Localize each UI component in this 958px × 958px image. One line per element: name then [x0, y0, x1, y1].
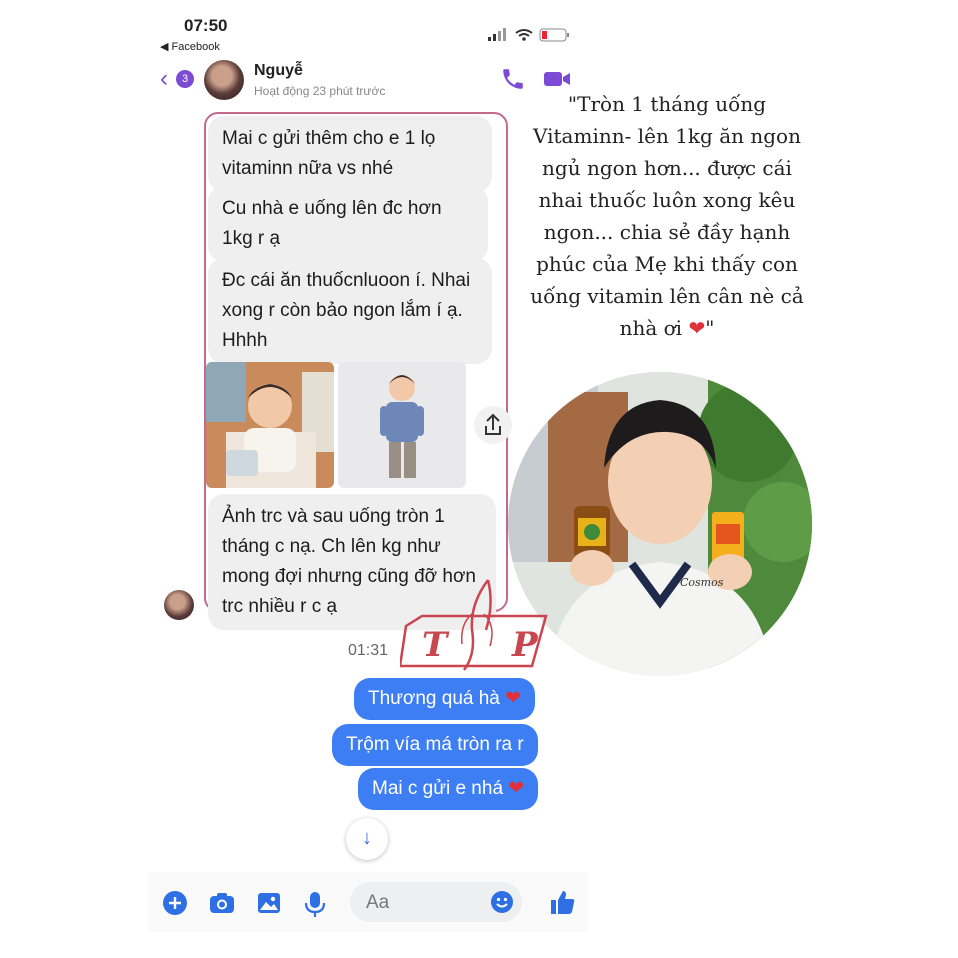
photo-attachments	[206, 362, 468, 488]
plus-icon[interactable]	[162, 890, 188, 916]
back-arrow-icon[interactable]: ‹	[160, 67, 168, 91]
share-button[interactable]	[474, 406, 512, 444]
emoji-icon[interactable]	[490, 890, 514, 914]
watermark-right-letter: P	[511, 625, 539, 665]
camera-icon[interactable]	[208, 890, 236, 916]
sender-avatar	[164, 590, 194, 620]
unread-badge: 3	[176, 70, 194, 88]
message-input[interactable]: Aa	[350, 882, 522, 922]
message-composer: Aa	[148, 872, 588, 932]
contact-name[interactable]: Nguyễ	[254, 62, 303, 80]
outgoing-message-text: Trộm vía má tròn ra r	[346, 734, 524, 755]
microphone-icon[interactable]	[304, 890, 326, 918]
quote-end: "	[705, 316, 715, 340]
incoming-message[interactable]: Mai c gửi thêm cho e 1 lọ vitaminn nữa v…	[208, 116, 492, 192]
watermark-logo: T P	[400, 579, 548, 671]
quote-text: "Tròn 1 tháng uống Vitaminn- lên 1kg ăn …	[530, 92, 804, 340]
active-status: Hoạt động 23 phút trước	[254, 84, 386, 98]
share-icon	[485, 413, 501, 435]
outgoing-message[interactable]: Mai c gửi e nhá ❤	[358, 768, 539, 810]
contact-avatar[interactable]	[204, 60, 244, 100]
outgoing-message-text: Thương quá hà	[368, 688, 500, 709]
after-photo[interactable]	[338, 362, 466, 488]
gallery-icon[interactable]	[256, 890, 282, 916]
status-bar: 07:50 ◀ Facebook	[148, 0, 588, 56]
outgoing-message[interactable]: Thương quá hà ❤	[354, 678, 536, 720]
heart-emoji: ❤	[505, 688, 522, 709]
heart-emoji: ❤	[508, 778, 525, 799]
watermark-left-letter: T	[422, 625, 450, 665]
signal-wifi-battery-icon	[488, 28, 569, 42]
outgoing-message[interactable]: Trộm vía má tròn ra r	[332, 724, 538, 766]
thumbs-up-icon[interactable]	[548, 888, 576, 916]
message-input-placeholder: Aa	[366, 892, 390, 913]
status-time: 07:50	[184, 16, 228, 35]
product-photo: Cosmos	[508, 372, 812, 676]
heart-emoji: ❤	[688, 316, 706, 340]
outgoing-message-text: Mai c gửi e nhá	[372, 778, 504, 799]
message-timestamp: 01:31	[348, 642, 389, 659]
incoming-message[interactable]: Cu nhà e uống lên đc hơn 1kg r ạ	[208, 186, 488, 262]
back-to-facebook-link[interactable]: ◀ Facebook	[160, 40, 220, 53]
incoming-message[interactable]: Đc cái ăn thuốcnluoon í. Nhai xong r còn…	[208, 258, 492, 364]
scroll-down-button[interactable]: ↓	[346, 818, 388, 860]
arrow-down-icon: ↓	[362, 827, 372, 849]
shirt-text: Cosmos	[680, 576, 724, 589]
testimonial-quote: "Tròn 1 tháng uống Vitaminn- lên 1kg ăn …	[522, 88, 812, 344]
before-photo[interactable]	[206, 362, 334, 488]
